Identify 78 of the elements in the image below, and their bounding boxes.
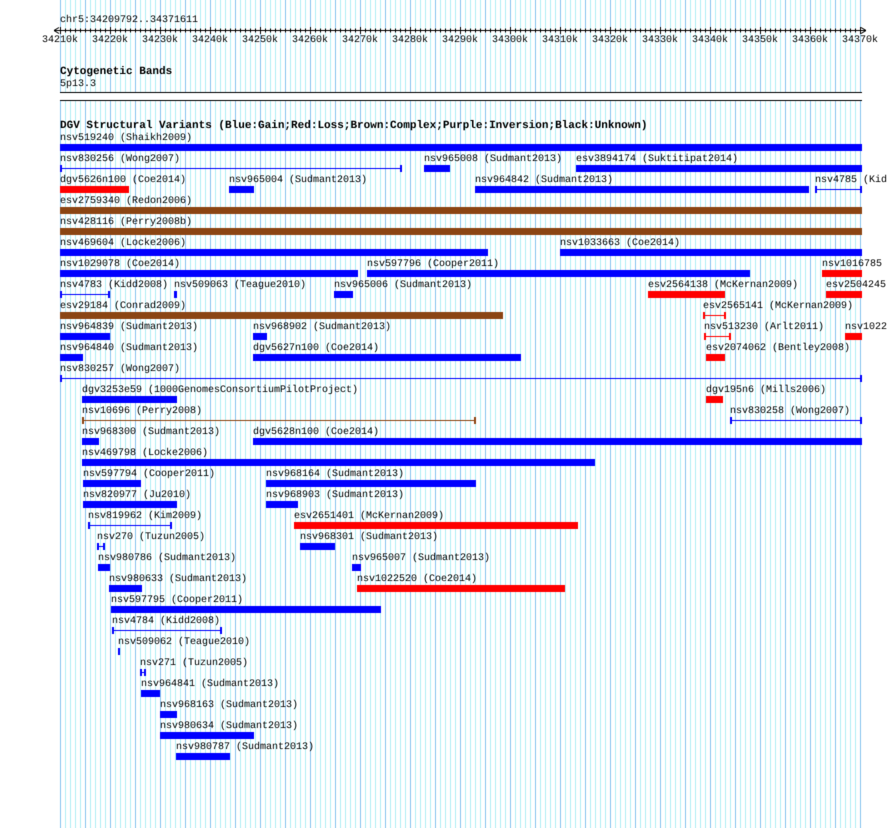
variant-label: esv2759340 (Redon2006) bbox=[60, 196, 192, 207]
ruler-tick-label: 34340k bbox=[690, 35, 729, 47]
variant-label: nsv509063 (Teague2010) bbox=[174, 280, 306, 291]
ruler-tick-label: 34290k bbox=[440, 35, 479, 47]
variant-label: nsv513230 (Arlt2011) bbox=[704, 322, 824, 333]
variant-label: nsv968903 (Sudmant2013) bbox=[266, 490, 404, 501]
variant-label: nsv965007 (Sudmant2013) bbox=[352, 553, 490, 564]
variant-label: nsv980786 (Sudmant2013) bbox=[98, 553, 236, 564]
locus-label: chr5:34209792..34371611 bbox=[60, 15, 198, 26]
variant-label: nsv271 (Tuzun2005) bbox=[140, 658, 248, 669]
variant-label: nsv469604 (Locke2006) bbox=[60, 238, 186, 249]
variant-label: nsv4784 (Kidd2008) bbox=[112, 616, 220, 627]
band-label: 5p13.3 bbox=[60, 79, 96, 90]
ruler-tick-label: 34280k bbox=[390, 35, 429, 47]
ruler-tick-label: 34300k bbox=[490, 35, 529, 47]
variant-label: nsv4785 (Kid bbox=[815, 175, 888, 186]
ruler-tick-label: 34320k bbox=[590, 35, 629, 47]
variant-label: nsv968300 (Sudmant2013) bbox=[82, 427, 220, 438]
variant-label: nsv964839 (Sudmant2013) bbox=[60, 322, 198, 333]
ruler-tick-label: 34330k bbox=[640, 35, 679, 47]
ruler-tick-label: 34230k bbox=[140, 35, 179, 47]
ruler-tick-label: 34250k bbox=[240, 35, 279, 47]
variant-label: dgv5627n100 (Coe2014) bbox=[253, 343, 380, 354]
variant-label: nsv964841 (Sudmant2013) bbox=[141, 679, 280, 690]
track-title: Cytogenetic Bands bbox=[60, 66, 172, 78]
variant-label: nsv980634 (Sudmant2013) bbox=[160, 721, 298, 732]
variant-label: nsv10696 (Perry2008) bbox=[82, 406, 202, 417]
ruler-tick-label: 34270k bbox=[340, 35, 379, 47]
variant-label: nsv597794 (Cooper2011) bbox=[83, 469, 216, 480]
variant-label: nsv965006 (Sudmant2013) bbox=[334, 280, 472, 291]
variant-label: nsv965008 (Sudmant2013) bbox=[424, 154, 562, 165]
ruler-tick-label: 34370k bbox=[840, 35, 879, 47]
variant-label: dgv5626n100 (Coe2014) bbox=[60, 175, 186, 186]
ruler-tick-label: 34220k bbox=[90, 35, 129, 47]
variant-label: nsv980787 (Sudmant2013) bbox=[176, 742, 314, 753]
variant-label: nsv968301 (Sudmant2013) bbox=[300, 532, 438, 543]
variant-label: dgv195n6 (Mills2006) bbox=[706, 385, 826, 396]
variant-label: esv2504245 bbox=[826, 280, 886, 291]
variant-label: esv2074062 (Bentley2008) bbox=[706, 343, 850, 354]
variant-label: nsv1029078 (Coe2014) bbox=[60, 259, 180, 270]
variant-label: nsv965004 (Sudmant2013) bbox=[229, 175, 368, 186]
variant-label: nsv1016785 bbox=[822, 259, 882, 270]
ruler-tick-label: 34310k bbox=[540, 35, 579, 47]
variant-label: nsv968163 (Sudmant2013) bbox=[160, 700, 298, 711]
variant-label: nsv964842 (Sudmant2013) bbox=[475, 175, 614, 186]
variant-label: nsv830256 (Wong2007) bbox=[60, 154, 180, 165]
variant-label: nsv428116 (Perry2008b) bbox=[60, 217, 192, 228]
variant-label: esv3894174 (Suktitipat2014) bbox=[576, 154, 738, 165]
variant-label: nsv270 (Tuzun2005) bbox=[97, 532, 206, 543]
variant-label: nsv519240 (Shaikh2009) bbox=[60, 133, 192, 144]
variant-label: dgv3253e59 (1000GenomesConsortiumPilotProject) bbox=[82, 385, 358, 396]
variant-label: nsv980633 (Sudmant2013) bbox=[109, 574, 248, 585]
variant-label: nsv819962 (Kim2009) bbox=[88, 511, 202, 522]
variant-label: nsv820977 (Ju2010) bbox=[83, 490, 192, 501]
ruler-tick-label: 34210k bbox=[40, 35, 79, 47]
variant-label: nsv509062 (Teague2010) bbox=[118, 637, 250, 648]
variant-label: nsv968902 (Sudmant2013) bbox=[253, 322, 392, 333]
ruler-tick-label: 34260k bbox=[290, 35, 329, 47]
variant-label: nsv597796 (Cooper2011) bbox=[367, 259, 500, 270]
variant-label: esv2564138 (McKernan2009) bbox=[648, 280, 798, 291]
variant-label: esv29184 (Conrad2009) bbox=[60, 301, 186, 312]
ruler-tick-label: 34350k bbox=[740, 35, 779, 47]
variant-label: nsv469798 (Locke2006) bbox=[82, 448, 208, 459]
variant-label: nsv964840 (Sudmant2013) bbox=[60, 343, 198, 354]
track-title: DGV Structural Variants (Blue:Gain;Red:Loss;Brown:Complex;Purple:Inversion;Black:Unknown) bbox=[60, 120, 648, 132]
variant-label: dgv5628n100 (Coe2014) bbox=[253, 427, 380, 438]
variant-label: nsv830258 (Wong2007) bbox=[730, 406, 850, 417]
variant-label: nsv1022520 (Coe2014) bbox=[357, 574, 478, 585]
variant-label: nsv830257 (Wong2007) bbox=[60, 364, 180, 375]
variant-label: nsv1022 bbox=[845, 322, 888, 333]
variant-label: nsv968164 (Sudmant2013) bbox=[266, 469, 404, 480]
variant-label: esv2565141 (McKernan2009) bbox=[703, 301, 854, 312]
variant-label: nsv597795 (Cooper2011) bbox=[111, 595, 244, 606]
ruler-tick-label: 34360k bbox=[790, 35, 829, 47]
variant-label: esv2651401 (McKernan2009) bbox=[294, 511, 444, 522]
variant-label: nsv1033663 (Coe2014) bbox=[560, 238, 680, 249]
ruler-tick-label: 34240k bbox=[190, 35, 229, 47]
variant-label: nsv4783 (Kidd2008) bbox=[60, 280, 168, 291]
